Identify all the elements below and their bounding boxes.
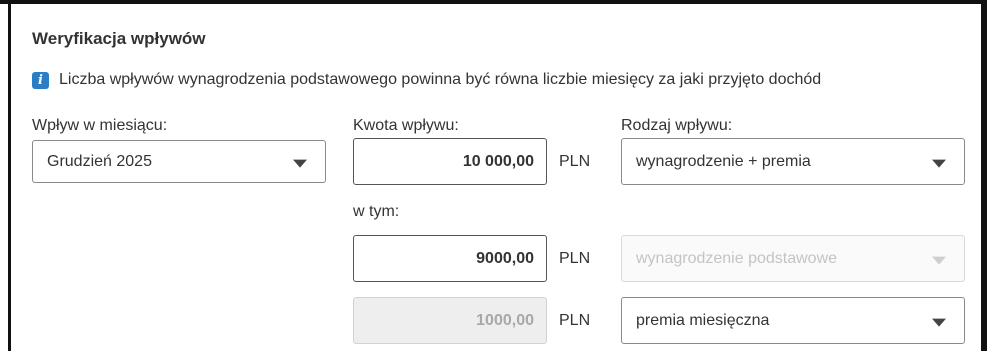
month-select[interactable]: Grudzień 2025 xyxy=(32,140,326,183)
frame-right-border xyxy=(981,0,987,351)
amount-input-bonus: 1000,00 xyxy=(353,297,547,344)
amount-value: 1000,00 xyxy=(476,311,534,329)
currency-label: PLN xyxy=(559,153,591,170)
amount-value: 10 000,00 xyxy=(462,152,534,170)
type-select-value: wynagrodzenie + premia xyxy=(636,152,811,170)
month-select-value: Grudzień 2025 xyxy=(47,152,152,170)
chevron-down-icon xyxy=(932,256,946,265)
type-select-total[interactable]: wynagrodzenie + premia xyxy=(621,138,965,185)
month-label: Wpływ w miesiącu: xyxy=(32,117,168,134)
currency-label: PLN xyxy=(559,312,591,329)
including-label: w tym: xyxy=(353,203,400,220)
chevron-down-icon xyxy=(932,318,946,327)
amount-input-total[interactable]: 10 000,00 xyxy=(353,138,547,185)
amount-input-base[interactable]: 9000,00 xyxy=(353,235,547,282)
type-select-value: wynagrodzenie podstawowe xyxy=(636,249,838,267)
currency-label: PLN xyxy=(559,250,591,267)
chevron-down-icon xyxy=(932,159,946,168)
amount-label: Kwota wpływu: xyxy=(353,117,459,134)
frame-left-border xyxy=(8,0,11,351)
type-select-value: premia miesięczna xyxy=(636,311,770,329)
info-text: Liczba wpływów wynagrodzenia podstawoweg… xyxy=(59,71,822,88)
section-title: Weryfikacja wpływów xyxy=(32,29,206,48)
type-select-base: wynagrodzenie podstawowe xyxy=(621,235,965,282)
chevron-down-icon xyxy=(293,159,307,168)
amount-value: 9000,00 xyxy=(476,249,534,267)
frame-top-border xyxy=(0,0,987,4)
info-icon: i xyxy=(32,71,49,89)
type-select-bonus[interactable]: premia miesięczna xyxy=(621,297,965,344)
info-message: i Liczba wpływów wynagrodzenia podstawow… xyxy=(32,71,821,89)
type-label: Rodzaj wpływu: xyxy=(621,117,733,134)
